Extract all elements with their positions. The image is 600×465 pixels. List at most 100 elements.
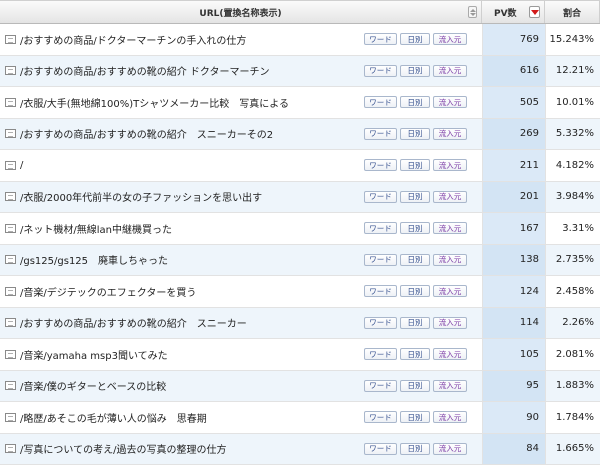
pv-column-header[interactable]: PV数 — [482, 1, 545, 23]
referrer-button[interactable]: 流入元 — [433, 253, 467, 266]
word-button[interactable]: ワード — [364, 442, 397, 455]
rate-cell: 1.784% — [545, 402, 600, 433]
sort-descending-icon[interactable] — [529, 6, 540, 18]
daily-button[interactable]: 日別 — [400, 222, 430, 235]
daily-button[interactable]: 日別 — [400, 96, 430, 109]
word-button[interactable]: ワード — [364, 285, 397, 298]
daily-button[interactable]: 日別 — [400, 379, 430, 392]
word-button[interactable]: ワード — [364, 379, 397, 392]
word-button[interactable]: ワード — [364, 33, 397, 46]
url-text: / — [20, 159, 24, 171]
page-icon — [5, 129, 16, 139]
word-button[interactable]: ワード — [364, 64, 397, 77]
url-cell: /おすすめの商品/ドクターマーチンの手入れの仕方 ワード 日別 流入元 — [0, 24, 482, 55]
page-icon — [5, 255, 16, 265]
rate-cell: 2.081% — [545, 339, 600, 370]
url-text: /写真についての考え/過去の写真の整理の仕方 — [20, 445, 227, 457]
referrer-button[interactable]: 流入元 — [433, 127, 467, 140]
row-actions: ワード 日別 流入元 — [364, 379, 467, 392]
daily-button[interactable]: 日別 — [400, 64, 430, 77]
url-cell: /音楽/僕のギターとベースの比較 ワード 日別 流入元 — [0, 371, 482, 402]
sort-toggle-icon[interactable] — [468, 6, 477, 18]
rate-cell: 10.01% — [545, 87, 600, 118]
pv-cell: 95 — [482, 370, 545, 401]
referrer-button[interactable]: 流入元 — [433, 159, 467, 172]
row-actions: ワード 日別 流入元 — [364, 33, 467, 46]
table-row: /おすすめの商品/おすすめの靴の紹介 スニーカー ワード 日別 流入元 114 2.26% — [0, 307, 600, 339]
word-button[interactable]: ワード — [364, 127, 397, 140]
url-text: /略歴/あそこの毛が薄い人の悩み 思春期 — [20, 413, 207, 425]
daily-button[interactable]: 日別 — [400, 442, 430, 455]
url-cell: /おすすめの商品/おすすめの靴の紹介 スニーカー ワード 日別 流入元 — [0, 308, 482, 339]
url-text: /おすすめの商品/おすすめの靴の紹介 スニーカーその2 — [20, 130, 274, 142]
rate-cell: 1.883% — [545, 370, 600, 401]
row-actions: ワード 日別 流入元 — [364, 285, 467, 298]
url-column-label: URL(置換名称表示) — [199, 8, 282, 19]
referrer-button[interactable]: 流入元 — [433, 348, 467, 361]
word-button[interactable]: ワード — [364, 190, 397, 203]
referrer-button[interactable]: 流入元 — [433, 379, 467, 392]
url-column-header[interactable]: URL(置換名称表示) — [0, 1, 482, 23]
referrer-button[interactable]: 流入元 — [433, 316, 467, 329]
row-actions: ワード 日別 流入元 — [364, 96, 467, 109]
table-header: URL(置換名称表示) PV数 割合 — [0, 0, 600, 24]
pv-cell: 505 — [482, 87, 545, 118]
word-button[interactable]: ワード — [364, 159, 397, 172]
url-text: /音楽/yamaha msp3聞いてみた — [20, 350, 168, 362]
row-actions: ワード 日別 流入元 — [364, 127, 467, 140]
url-cell: /略歴/あそこの毛が薄い人の悩み 思春期 ワード 日別 流入元 — [0, 402, 482, 433]
page-icon — [5, 381, 16, 391]
url-ranking-table: URL(置換名称表示) PV数 割合 /おすすめの商品/ドクターマーチンの手入れ… — [0, 0, 600, 465]
word-button[interactable]: ワード — [364, 253, 397, 266]
pv-cell: 269 — [482, 118, 545, 149]
pv-cell: 616 — [482, 55, 545, 86]
word-button[interactable]: ワード — [364, 316, 397, 329]
daily-button[interactable]: 日別 — [400, 411, 430, 424]
word-button[interactable]: ワード — [364, 348, 397, 361]
referrer-button[interactable]: 流入元 — [433, 285, 467, 298]
row-actions: ワード 日別 流入元 — [364, 190, 467, 203]
url-text: /おすすめの商品/おすすめの靴の紹介 スニーカー — [20, 319, 247, 331]
referrer-button[interactable]: 流入元 — [433, 96, 467, 109]
page-icon — [5, 34, 16, 44]
rate-cell: 2.458% — [545, 276, 600, 307]
page-icon — [5, 97, 16, 107]
daily-button[interactable]: 日別 — [400, 316, 430, 329]
page-icon — [5, 160, 16, 170]
pv-cell: 769 — [482, 24, 545, 55]
row-actions: ワード 日別 流入元 — [364, 348, 467, 361]
daily-button[interactable]: 日別 — [400, 253, 430, 266]
row-actions: ワード 日別 流入元 — [364, 411, 467, 424]
pv-cell: 105 — [482, 339, 545, 370]
daily-button[interactable]: 日別 — [400, 190, 430, 203]
url-text: /ネット機材/無線lan中継機買った — [20, 224, 172, 236]
rate-cell: 3.984% — [545, 181, 600, 212]
word-button[interactable]: ワード — [364, 222, 397, 235]
table-row: /音楽/yamaha msp3聞いてみた ワード 日別 流入元 105 2.081% — [0, 339, 600, 371]
url-cell: /gs125/gs125 廃車しちゃった ワード 日別 流入元 — [0, 245, 482, 276]
daily-button[interactable]: 日別 — [400, 127, 430, 140]
page-icon — [5, 66, 16, 76]
referrer-button[interactable]: 流入元 — [433, 190, 467, 203]
word-button[interactable]: ワード — [364, 411, 397, 424]
url-cell: /おすすめの商品/おすすめの靴の紹介 スニーカーその2 ワード 日別 流入元 — [0, 119, 482, 150]
url-cell: /ネット機材/無線lan中継機買った ワード 日別 流入元 — [0, 213, 482, 244]
referrer-button[interactable]: 流入元 — [433, 411, 467, 424]
daily-button[interactable]: 日別 — [400, 159, 430, 172]
rate-column-header[interactable]: 割合 — [545, 1, 600, 23]
table-body: /おすすめの商品/ドクターマーチンの手入れの仕方 ワード 日別 流入元 769 15.24… — [0, 24, 600, 465]
url-cell: /おすすめの商品/おすすめの靴の紹介 ドクターマーチン ワード 日別 流入元 — [0, 56, 482, 87]
daily-button[interactable]: 日別 — [400, 348, 430, 361]
referrer-button[interactable]: 流入元 — [433, 33, 467, 46]
table-row: / ワード 日別 流入元 211 4.182% — [0, 150, 600, 182]
page-icon — [5, 349, 16, 359]
word-button[interactable]: ワード — [364, 96, 397, 109]
daily-button[interactable]: 日別 — [400, 33, 430, 46]
table-row: /衣服/大手(無地綿100%)Tシャツメーカー比較 写真による ワード 日別 流入元 5… — [0, 87, 600, 119]
daily-button[interactable]: 日別 — [400, 285, 430, 298]
rate-cell: 2.735% — [545, 244, 600, 275]
referrer-button[interactable]: 流入元 — [433, 442, 467, 455]
referrer-button[interactable]: 流入元 — [433, 222, 467, 235]
referrer-button[interactable]: 流入元 — [433, 64, 467, 77]
url-text: /衣服/大手(無地綿100%)Tシャツメーカー比較 写真による — [20, 98, 289, 110]
